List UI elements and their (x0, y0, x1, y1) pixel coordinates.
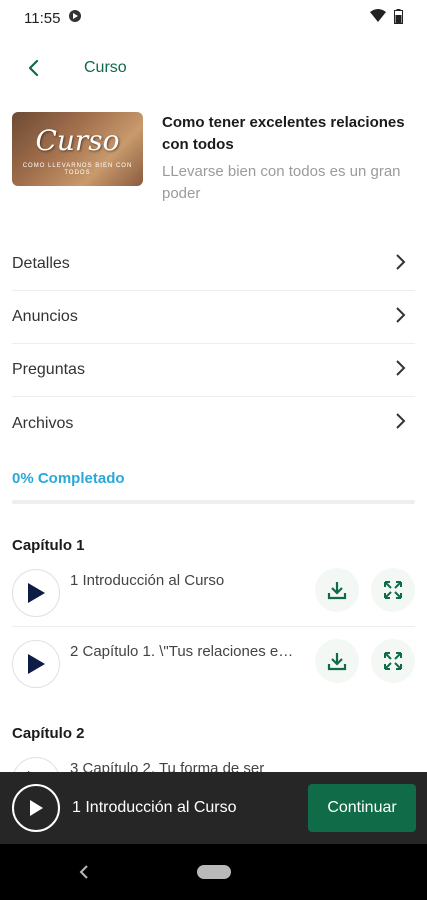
menu-item-label: Anuncios (12, 308, 78, 325)
chevron-right-icon (395, 412, 407, 435)
chevron-right-icon (395, 306, 407, 329)
course-title: Como tener excelentes relaciones con tod… (162, 114, 405, 153)
course-thumbnail: Curso COMO LLEVARNOS BIEN CON TODOS (12, 112, 143, 186)
progress-label: 0% Completado (12, 470, 125, 487)
back-arrow-icon[interactable] (10, 44, 58, 92)
menu-item-preguntas[interactable]: Preguntas (12, 344, 415, 397)
progress-bar (12, 500, 415, 504)
system-nav-bar (0, 844, 427, 900)
course-info: Como tener excelentes relaciones con tod… (162, 112, 415, 205)
menu-item-label: Preguntas (12, 361, 85, 378)
status-icons (370, 8, 403, 28)
menu-item-detalles[interactable]: Detalles (12, 238, 415, 291)
course-header: Curso COMO LLEVARNOS BIEN CON TODOS Como… (12, 112, 415, 205)
thumbnail-subtitle: COMO LLEVARNOS BIEN CON TODOS (22, 163, 133, 176)
play-icon[interactable] (12, 784, 60, 832)
lesson-actions (315, 568, 415, 612)
chapter-title: Capítulo 2 (12, 725, 85, 742)
chapter-title: Capítulo 1 (12, 537, 85, 554)
menu-item-anuncios[interactable]: Anuncios (12, 291, 415, 344)
expand-icon[interactable] (371, 639, 415, 683)
expand-icon[interactable] (371, 568, 415, 612)
lesson-actions (315, 639, 415, 683)
nav-back-icon[interactable] (72, 860, 96, 884)
menu-item-label: Detalles (12, 255, 70, 272)
thumbnail-title: Curso (35, 124, 120, 157)
chevron-right-icon (395, 253, 407, 276)
download-icon[interactable] (315, 639, 359, 683)
lesson-title: 2 Capítulo 1. \"Tus relaciones empiezan … (70, 643, 302, 660)
continue-button[interactable]: Continuar (308, 784, 416, 832)
player-title: 1 Introducción al Curso (72, 799, 237, 816)
notification-app-icon (68, 9, 82, 27)
app-bar: Curso (0, 42, 427, 94)
chevron-right-icon (395, 359, 407, 382)
status-bar: 11:55 (0, 0, 427, 36)
mini-player: 1 Introducción al Curso Continuar (0, 772, 427, 844)
course-subtitle: LLevarse bien con todos es un gran poder (162, 163, 401, 202)
menu-item-archivos[interactable]: Archivos (12, 397, 415, 450)
battery-icon (394, 8, 403, 28)
download-icon[interactable] (315, 568, 359, 612)
lesson-item[interactable]: 2 Capítulo 1. \"Tus relaciones empiezan … (12, 637, 415, 707)
nav-home-pill[interactable] (197, 865, 231, 879)
play-icon[interactable] (12, 569, 60, 617)
page-title: Curso (84, 59, 127, 76)
course-menu: Detalles Anuncios Preguntas Archivos (12, 238, 415, 450)
lesson-title: 1 Introducción al Curso (70, 572, 225, 589)
divider (12, 626, 415, 627)
status-time: 11:55 (24, 9, 61, 27)
menu-item-label: Archivos (12, 414, 74, 432)
play-icon[interactable] (12, 640, 60, 688)
wifi-icon (370, 9, 386, 27)
